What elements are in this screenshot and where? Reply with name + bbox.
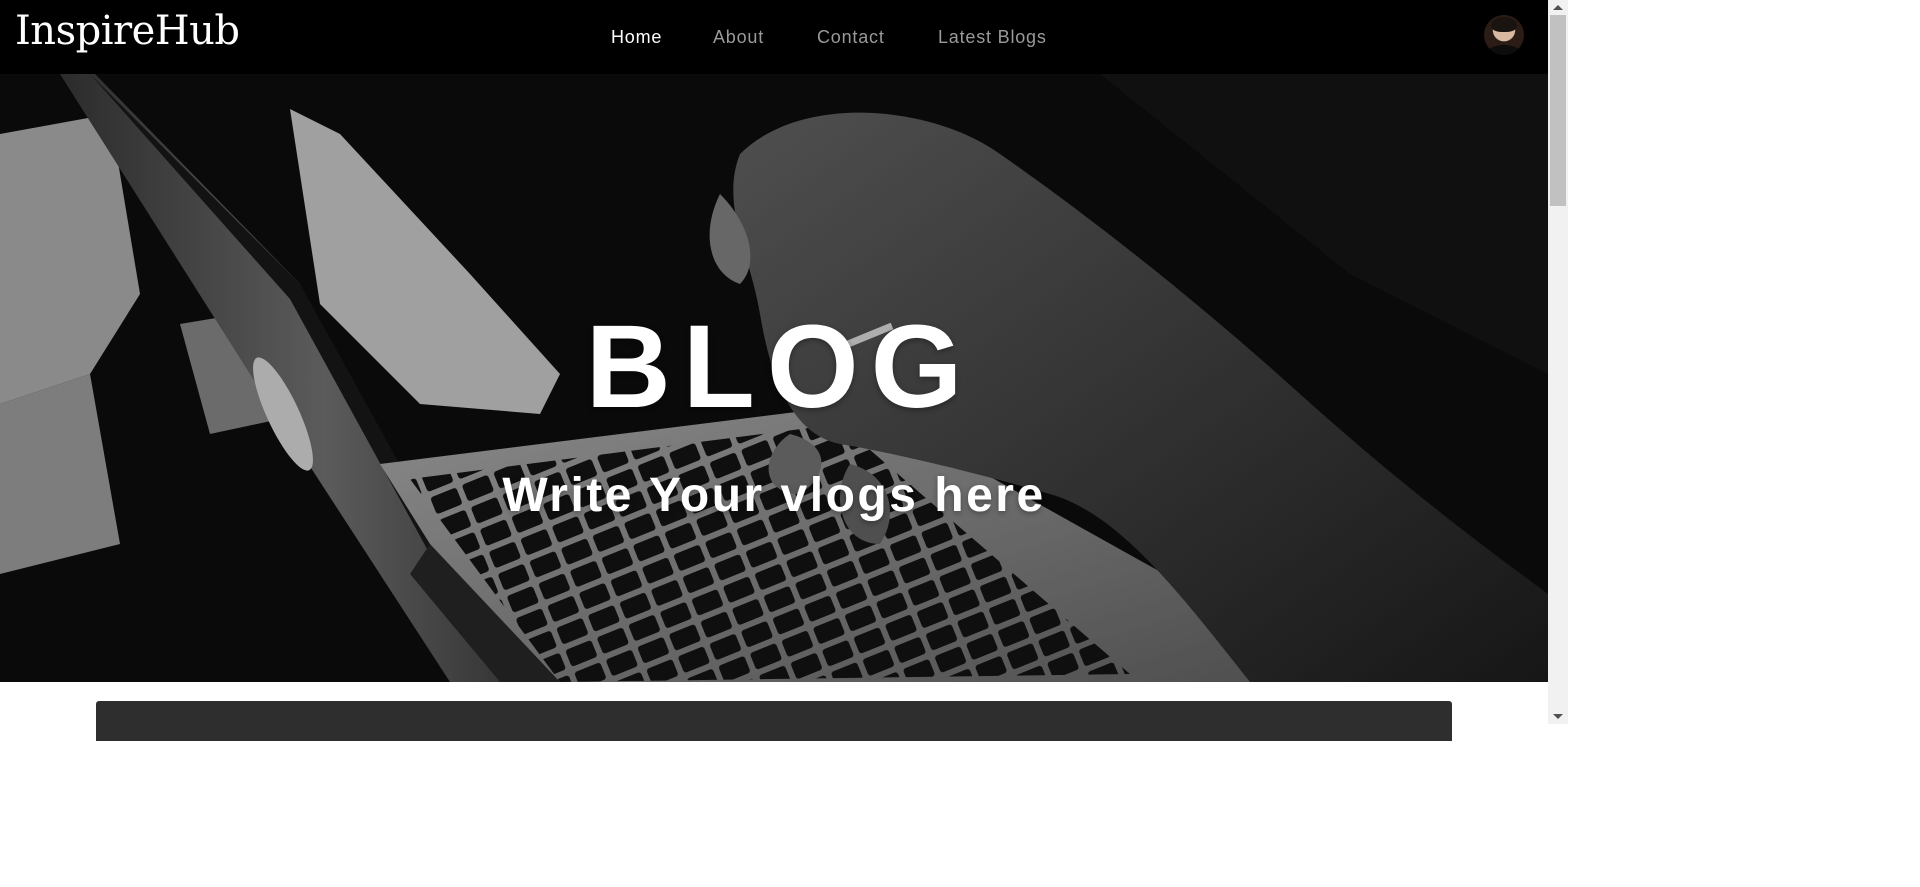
nav-links: Home About Contact Latest Blogs [0, 24, 1548, 50]
hero-title: BLOG [585, 301, 975, 433]
avatar-hair [1491, 17, 1517, 32]
user-avatar-icon[interactable] [1484, 15, 1524, 55]
vertical-scrollbar[interactable] [1548, 0, 1568, 724]
avatar-shirt [1487, 45, 1521, 55]
scroll-up-arrow-icon[interactable] [1553, 5, 1563, 10]
hero-subtitle: Write Your vlogs here [502, 469, 1046, 522]
content-card [96, 701, 1452, 741]
scrollbar-thumb[interactable] [1550, 15, 1566, 206]
nav-link-latest-blogs[interactable]: Latest Blogs [938, 24, 1047, 50]
scroll-down-arrow-icon[interactable] [1553, 714, 1563, 719]
hero-banner: BLOG Write Your vlogs here [0, 74, 1548, 682]
nav-link-about[interactable]: About [713, 24, 764, 50]
top-navbar: InspireHub Home About Contact Latest Blo… [0, 0, 1548, 74]
nav-link-contact[interactable]: Contact [817, 24, 885, 50]
nav-link-home[interactable]: Home [611, 24, 662, 50]
